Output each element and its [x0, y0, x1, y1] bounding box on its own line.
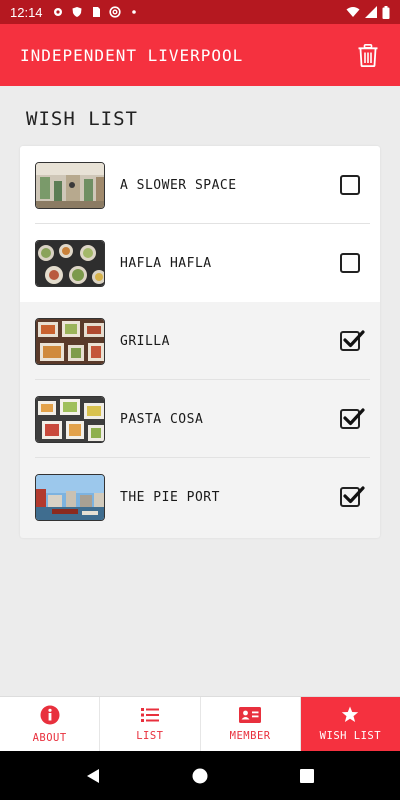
list-item[interactable]: GRILLA: [20, 302, 380, 380]
venue-photo: [35, 395, 105, 443]
list-item[interactable]: A SLOWER SPACE: [20, 146, 380, 224]
app-bar: INDEPENDENT LIVERPOOL: [0, 24, 400, 86]
back-triangle-icon: [87, 768, 99, 783]
wifi-icon: [346, 7, 360, 17]
page-title: WISH LIST: [26, 108, 138, 130]
list-item[interactable]: THE PIE PORT: [20, 458, 380, 536]
list-item[interactable]: HAFLA HAFLA: [20, 224, 380, 302]
shield-icon: [72, 7, 82, 17]
list-item-label: HAFLA HAFLA: [120, 255, 212, 271]
venue-photo: [35, 473, 105, 521]
checkmark-icon: [343, 486, 365, 504]
delete-button[interactable]: [356, 42, 380, 68]
venue-photo: [35, 317, 105, 365]
recents-square-icon: [300, 768, 314, 783]
tab-member-label: MEMBER: [229, 729, 271, 742]
bottom-nav: ABOUT LIST MEMBER WISH LIST: [0, 696, 400, 751]
tab-wish-list[interactable]: WISH LIST: [300, 697, 400, 751]
dot-icon: [131, 10, 136, 14]
tab-list[interactable]: LIST: [100, 697, 201, 751]
back-button[interactable]: [86, 768, 100, 784]
home-circle-icon: [192, 768, 208, 783]
status-bar: 12:14: [0, 0, 400, 24]
wish-list: A SLOWER SPACE HAFLA HAFLA GRILLA PASTA …: [20, 146, 380, 538]
wish-list-checkbox[interactable]: [340, 486, 365, 507]
battery-icon: [382, 5, 390, 19]
list-item-label: GRILLA: [120, 333, 170, 349]
wish-list-checkbox[interactable]: [340, 408, 365, 429]
gear-icon: [53, 8, 62, 16]
wish-list-checkbox[interactable]: [340, 330, 365, 351]
status-time: 12:14: [10, 4, 43, 20]
list-item[interactable]: PASTA COSA: [20, 380, 380, 458]
list-item-label: A SLOWER SPACE: [120, 177, 237, 193]
venue-photo: [35, 239, 105, 287]
info-icon: [40, 705, 60, 724]
star-icon: [342, 706, 359, 722]
at-sign-icon: [108, 6, 121, 18]
tab-list-label: LIST: [136, 729, 164, 742]
venue-photo: [35, 161, 105, 209]
checkmark-icon: [343, 408, 365, 426]
tab-wish-list-label: WISH LIST: [319, 730, 382, 742]
sim-card-icon: [92, 7, 100, 17]
list-icon: [140, 707, 159, 722]
app-title: INDEPENDENT LIVERPOOL: [20, 45, 244, 65]
wish-list-checkbox[interactable]: [340, 175, 360, 195]
tab-member[interactable]: MEMBER: [201, 697, 301, 751]
list-item-label: PASTA COSA: [120, 411, 204, 427]
trash-icon: [358, 43, 378, 67]
checkmark-icon: [343, 330, 365, 348]
recents-button[interactable]: [300, 768, 314, 783]
tab-about-label: ABOUT: [32, 731, 67, 744]
system-nav-bar: [0, 751, 400, 800]
tab-about[interactable]: ABOUT: [0, 697, 101, 751]
wish-list-checkbox[interactable]: [340, 253, 360, 273]
list-item-label: THE PIE PORT: [120, 489, 220, 505]
home-button[interactable]: [192, 768, 208, 784]
member-card-icon: [239, 706, 262, 723]
signal-icon: [365, 6, 377, 18]
